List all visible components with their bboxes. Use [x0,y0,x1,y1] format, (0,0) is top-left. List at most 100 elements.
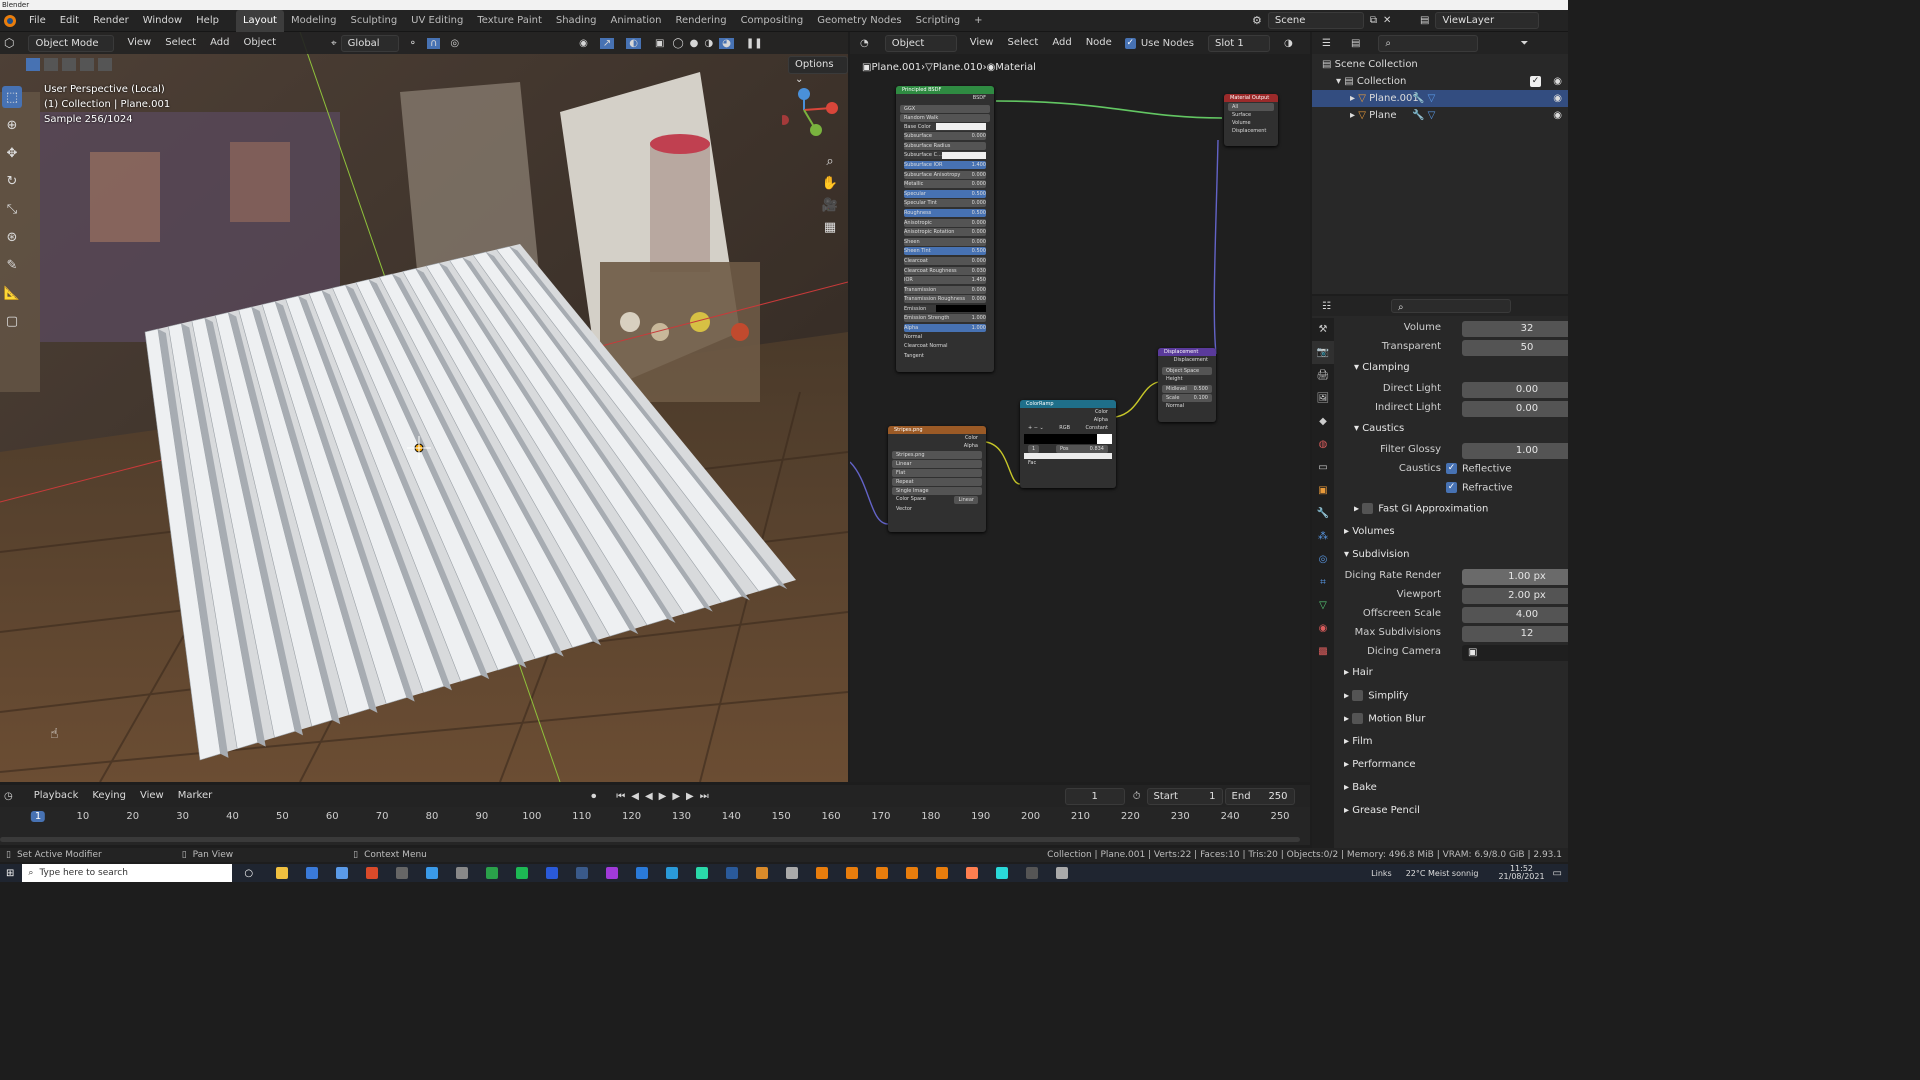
distribution-dropdown[interactable]: GGX [900,104,990,113]
tab-texture-paint[interactable]: Texture Paint [470,10,549,32]
options-dropdown[interactable]: Options ⌄ [788,56,848,85]
bsdf-input-row[interactable]: Transmission 0.000 [900,285,990,295]
menu-help[interactable]: Help [189,10,226,32]
taskbar-app-icon[interactable] [726,867,739,879]
select-new-icon[interactable] [26,57,40,71]
displacement-node[interactable]: Displacement Displacement Object Space H… [1158,348,1216,422]
world-tab-icon[interactable]: ◍ [1312,433,1334,456]
bsdf-input-field[interactable]: IOR 1.450 [904,276,986,285]
viewport-menu-add[interactable]: Add [203,32,236,54]
visibility-toggle-icon[interactable]: ◉ [1553,73,1562,90]
taskbar-app-icon[interactable] [576,867,589,879]
expand-arrow-icon[interactable]: ▸ [1350,93,1358,104]
object-mode-dropdown[interactable]: Object Mode [28,34,115,52]
particles-tab-icon[interactable]: ⁂ [1312,525,1334,548]
colorramp-gradient[interactable] [1024,433,1112,444]
taskbar-app-icon[interactable] [756,867,769,879]
prop-value-field[interactable]: 0.00 [1462,382,1568,398]
panel-header[interactable]: ▸ Simplify [1344,690,1408,702]
taskbar-app-icon[interactable] [846,867,859,879]
bsdf-input-row[interactable]: Subsurface Radius [900,141,990,151]
prop-value-field[interactable]: 50 [1462,340,1568,356]
overlay-toggle-icon[interactable]: ◐ [626,37,641,49]
material-tab-icon[interactable]: ◉ [1312,617,1334,640]
bsdf-input-row[interactable]: Emission [900,304,990,314]
panel-header[interactable]: ▸ Grease Pencil [1344,805,1420,816]
pivot-icon[interactable]: ⚬ [409,38,417,49]
tab-modeling[interactable]: Modeling [284,10,344,32]
panel-checkbox[interactable] [1352,713,1364,724]
bsdf-input-row[interactable]: Sheen 0.000 [900,237,990,247]
move-tool-icon[interactable]: ✥ [2,142,22,164]
bsdf-input-field[interactable]: Specular Tint 0.000 [904,199,986,208]
shader-node-editor[interactable]: ◔ Object View Select Add Node ✓ Use Nodes S… [850,32,1310,782]
panel-header[interactable]: ▾ Clamping [1354,362,1410,373]
tab-shading[interactable]: Shading [549,10,604,32]
displacement-input-field[interactable]: Scale 0.100 [1162,394,1212,403]
taskbar-app-icon[interactable] [306,867,319,879]
taskbar-links[interactable]: Links [1371,869,1392,878]
texture-tab-icon[interactable]: ▩ [1312,640,1334,663]
bsdf-input-row[interactable]: Roughness 0.500 [900,208,990,218]
cortana-icon[interactable]: ○ [244,868,253,879]
rendered-shading-icon[interactable]: ◕ [719,37,734,49]
taskbar-app-icon[interactable] [1056,867,1069,879]
panel-header[interactable]: ▸ Performance [1344,759,1416,770]
collection-tab-icon[interactable]: ▭ [1312,456,1334,479]
gizmo-toggle-icon[interactable]: ↗ [599,37,615,49]
prop-value-field[interactable]: 1.00 px [1462,569,1568,585]
taskbar-app-icon[interactable] [456,867,469,879]
xray-icon[interactable]: ▣ [655,38,664,49]
bsdf-input-row[interactable]: Subsurface Anisotropy 0.000 [900,170,990,180]
panel-header[interactable]: ▾ Caustics [1354,423,1404,434]
menu-file[interactable]: File [22,10,53,32]
bsdf-input-row[interactable]: Clearcoat Roughness 0.030 [900,266,990,276]
bsdf-input-row[interactable]: Subsurface IOR 1.400 [900,160,990,170]
timeline[interactable]: ◷ Playback Keying View Marker ⏺ ⏮◀◀▶▶▶⏭ 1 ⏱… [0,785,1310,845]
expand-arrow-icon[interactable]: ▸ [1350,110,1358,121]
solid-shading-icon[interactable]: ● [690,38,699,49]
start-button-icon[interactable]: ⊞ [6,868,14,879]
timeline-ruler[interactable]: 1 10 20 30 40 50 60 70 80 90 100 110 120 130 140 150 160… [0,785,1310,845]
tab-compositing[interactable]: Compositing [734,10,811,32]
taskbar-app-icon[interactable] [966,867,979,879]
outliner-item[interactable]: ▤ Scene Collection [1312,56,1568,73]
prop-value-field[interactable]: ▣ [1462,645,1568,661]
panel-header[interactable]: ▸ Film [1344,736,1373,747]
panel-header[interactable]: ▾ Subdivision [1344,549,1410,560]
visibility-toggle-icon[interactable]: ◉ [1553,90,1562,107]
taskbar-app-icon[interactable] [336,867,349,879]
bsdf-input-row[interactable]: Transmission Roughness 0.000 [900,294,990,304]
notifications-icon[interactable]: ▭ [1553,868,1562,879]
colorramp-mode[interactable]: RGB [1059,424,1070,434]
add-workspace-button[interactable]: + [967,10,989,32]
image-ext-dropdown[interactable]: Repeat [892,478,982,486]
bsdf-input-field[interactable]: Emission [904,304,986,313]
stop-position-field[interactable]: Pos 0.834 [1056,444,1108,453]
taskbar-app-icon[interactable] [996,867,1009,879]
viewlayer-selector[interactable]: ▤ ViewLayer [1420,12,1540,29]
taskbar-app-icon[interactable] [666,867,679,879]
tool-tab-icon[interactable]: ⚒ [1312,318,1334,341]
bsdf-input-field[interactable]: Subsurface IOR 1.400 [904,160,986,169]
viewport-menu-object[interactable]: Object [236,32,283,54]
bsdf-input-row[interactable]: Clearcoat Normal [900,342,990,352]
prop-value-field[interactable]: 1.00 [1462,443,1568,459]
bsdf-input-row[interactable]: IOR 1.450 [900,275,990,285]
measure-tool-icon[interactable]: 📐 [2,282,22,304]
playhead[interactable]: 1 [30,811,46,822]
taskbar-app-icon[interactable] [516,867,529,879]
displacement-input-field[interactable]: Midlevel 0.500 [1162,385,1212,394]
subsurface-method-dropdown[interactable]: Random Walk [900,113,990,122]
taskbar-app-icon[interactable] [486,867,499,879]
physics-tab-icon[interactable]: ◎ [1312,548,1334,571]
taskbar-app-icon[interactable] [366,867,379,879]
taskbar-app-icon[interactable] [276,867,289,879]
bsdf-input-field[interactable]: Metallic 0.000 [904,180,986,189]
bsdf-input-field[interactable]: Transmission Roughness 0.000 [904,295,986,304]
outliner-item[interactable]: ▾ ▤ Collection ◉ ✓ [1312,73,1568,90]
navigation-gizmo[interactable] [782,86,842,142]
bsdf-input-field[interactable]: Clearcoat 0.000 [904,256,986,265]
select-subtract-icon[interactable] [62,57,76,71]
taskbar-app-icon[interactable] [1026,867,1039,879]
